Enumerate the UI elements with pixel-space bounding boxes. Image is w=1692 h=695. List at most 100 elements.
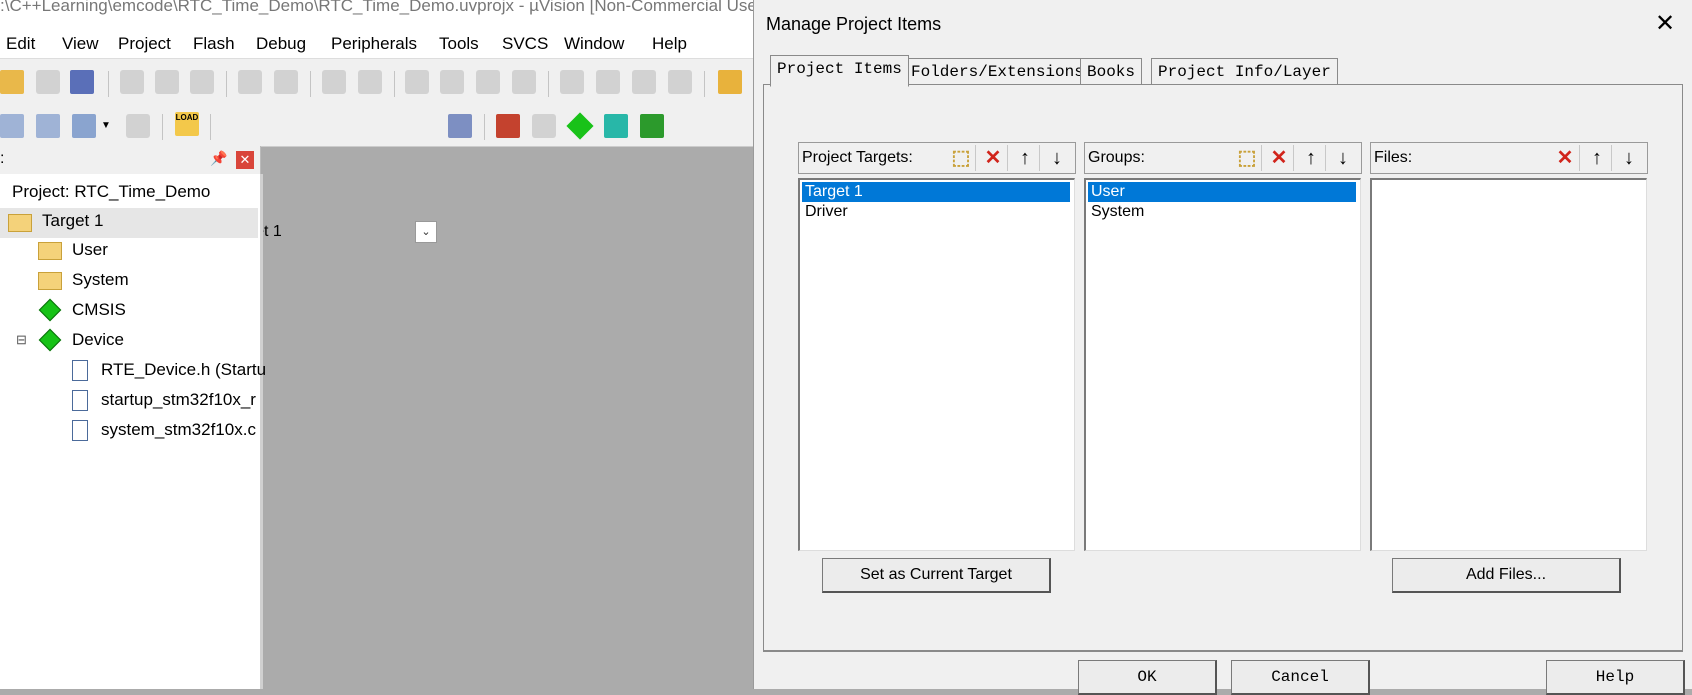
- help-button[interactable]: Help: [1546, 660, 1685, 695]
- cancel-button[interactable]: Cancel: [1231, 660, 1370, 695]
- translate-icon[interactable]: [0, 114, 24, 138]
- tree-file-system[interactable]: system_stm32f10x.c: [101, 420, 256, 440]
- prev-bookmark-icon[interactable]: [440, 70, 464, 94]
- tab-folders-extensions[interactable]: Folders/Extensions: [904, 58, 1091, 85]
- dialog-close-button[interactable]: ✕: [1650, 10, 1680, 38]
- menu-debug[interactable]: Debug: [256, 34, 306, 54]
- targets-header: Project Targets: ⬚ ✕ ↑ ↓: [798, 142, 1076, 174]
- stop-build-icon[interactable]: [126, 114, 150, 138]
- ide-title-text: :\C++Learning\emcode\RTC_Time_Demo\RTC_T…: [0, 0, 760, 15]
- project-panel-header: : 📌 ✕: [0, 146, 261, 174]
- copy-icon[interactable]: [155, 70, 179, 94]
- close-icon[interactable]: ✕: [236, 151, 254, 169]
- menu-svcs[interactable]: SVCS: [502, 34, 548, 54]
- manage-project-items-dialog: Manage Project Items ✕ Project Items Fol…: [753, 0, 1692, 695]
- folder-icon: [38, 272, 62, 290]
- redo-icon[interactable]: [274, 70, 298, 94]
- file-extensions-icon[interactable]: [532, 114, 556, 138]
- project-label: Project: RTC_Time_Demo: [12, 182, 211, 201]
- bookmark-icon[interactable]: [405, 70, 429, 94]
- move-group-up-icon[interactable]: ↑: [1297, 145, 1326, 171]
- menu-help[interactable]: Help: [652, 34, 687, 54]
- clear-bookmarks-icon[interactable]: [512, 70, 536, 94]
- nav-forward-icon[interactable]: [358, 70, 382, 94]
- tree-file-startup[interactable]: startup_stm32f10x_r: [101, 390, 256, 410]
- asm-file-icon: [72, 390, 88, 411]
- move-file-up-icon[interactable]: ↑: [1583, 145, 1612, 171]
- options-for-target-icon[interactable]: [448, 114, 472, 138]
- undo-icon[interactable]: [238, 70, 262, 94]
- delete-group-icon[interactable]: ✕: [1265, 145, 1294, 171]
- dialog-title: Manage Project Items: [766, 14, 942, 34]
- files-header: Files: ✕ ↑ ↓: [1370, 142, 1648, 174]
- list-item-target[interactable]: Target 1: [802, 182, 1070, 202]
- ok-button[interactable]: OK: [1078, 660, 1217, 695]
- move-group-down-icon[interactable]: ↓: [1329, 145, 1357, 171]
- target-folder-icon: [8, 214, 32, 232]
- select-packs-icon[interactable]: [604, 114, 628, 138]
- tree-item-cmsis[interactable]: CMSIS: [72, 300, 126, 320]
- collapse-icon[interactable]: ⊟: [16, 332, 27, 348]
- open-icon[interactable]: [0, 70, 24, 94]
- menu-project[interactable]: Project: [118, 34, 171, 54]
- targets-list[interactable]: Target 1 Driver: [798, 178, 1075, 551]
- tree-item-user[interactable]: User: [72, 240, 108, 260]
- uncomment-icon[interactable]: [668, 70, 692, 94]
- move-file-down-icon[interactable]: ↓: [1615, 145, 1643, 171]
- find-in-files-icon[interactable]: [718, 70, 742, 94]
- groups-list[interactable]: User System: [1084, 178, 1361, 551]
- c-file-icon: [72, 420, 88, 441]
- tab-books[interactable]: Books: [1080, 58, 1143, 85]
- indent-icon[interactable]: [560, 70, 584, 94]
- add-files-button[interactable]: Add Files...: [1392, 558, 1621, 593]
- next-bookmark-icon[interactable]: [476, 70, 500, 94]
- menu-edit[interactable]: Edit: [6, 34, 35, 54]
- nav-back-icon[interactable]: [322, 70, 346, 94]
- list-item-target[interactable]: Driver: [802, 202, 1070, 222]
- files-list[interactable]: [1370, 178, 1647, 551]
- delete-target-icon[interactable]: ✕: [979, 145, 1008, 171]
- comment-icon[interactable]: [632, 70, 656, 94]
- move-target-down-icon[interactable]: ↓: [1043, 145, 1071, 171]
- list-item-group[interactable]: User: [1088, 182, 1356, 202]
- pack-installer-icon[interactable]: [640, 114, 664, 138]
- tree-item-system[interactable]: System: [72, 270, 129, 290]
- build-icon[interactable]: [36, 114, 60, 138]
- paste-icon[interactable]: [190, 70, 214, 94]
- file-toolbar: [0, 58, 760, 107]
- menu-view[interactable]: View: [62, 34, 99, 54]
- project-tree: Project: RTC_Time_Demo Target 1 User Sys…: [0, 174, 266, 689]
- unindent-icon[interactable]: [596, 70, 620, 94]
- batch-build-icon[interactable]: [72, 114, 96, 138]
- menu-peripherals[interactable]: Peripherals: [331, 34, 417, 54]
- folder-icon: [38, 242, 62, 260]
- pin-icon[interactable]: 📌: [210, 150, 227, 167]
- move-target-up-icon[interactable]: ↑: [1011, 145, 1040, 171]
- chevron-down-icon[interactable]: ▼: [100, 114, 112, 138]
- cut-icon[interactable]: [120, 70, 144, 94]
- tree-file-rte-device[interactable]: RTE_Device.h (Startu: [101, 360, 266, 380]
- tab-project-info-layer[interactable]: Project Info/Layer: [1151, 58, 1338, 85]
- tab-project-items[interactable]: Project Items: [770, 55, 909, 87]
- manage-project-items-icon[interactable]: [496, 114, 520, 138]
- set-current-target-button[interactable]: Set as Current Target: [822, 558, 1051, 593]
- tree-item-target[interactable]: Target 1: [0, 208, 258, 238]
- save-icon[interactable]: [36, 70, 60, 94]
- new-target-icon[interactable]: ⬚: [947, 145, 976, 171]
- tree-item-device[interactable]: Device: [72, 330, 124, 350]
- chevron-down-icon[interactable]: ⌄: [415, 221, 437, 243]
- component-icon: [38, 298, 62, 322]
- menu-window[interactable]: Window: [564, 34, 624, 54]
- component-icon: [38, 328, 62, 352]
- manage-rte-icon[interactable]: [566, 112, 594, 140]
- list-item-group[interactable]: System: [1088, 202, 1356, 222]
- menu-tools[interactable]: Tools: [439, 34, 479, 54]
- new-group-icon[interactable]: ⬚: [1233, 145, 1262, 171]
- menu-flash[interactable]: Flash: [193, 34, 235, 54]
- save-all-icon[interactable]: [70, 70, 94, 94]
- load-icon[interactable]: LOAD: [175, 112, 199, 136]
- tree-item-target-label: Target 1: [42, 211, 104, 230]
- files-label: Files:: [1374, 149, 1413, 166]
- groups-header: Groups: ⬚ ✕ ↑ ↓: [1084, 142, 1362, 174]
- delete-file-icon[interactable]: ✕: [1551, 145, 1580, 171]
